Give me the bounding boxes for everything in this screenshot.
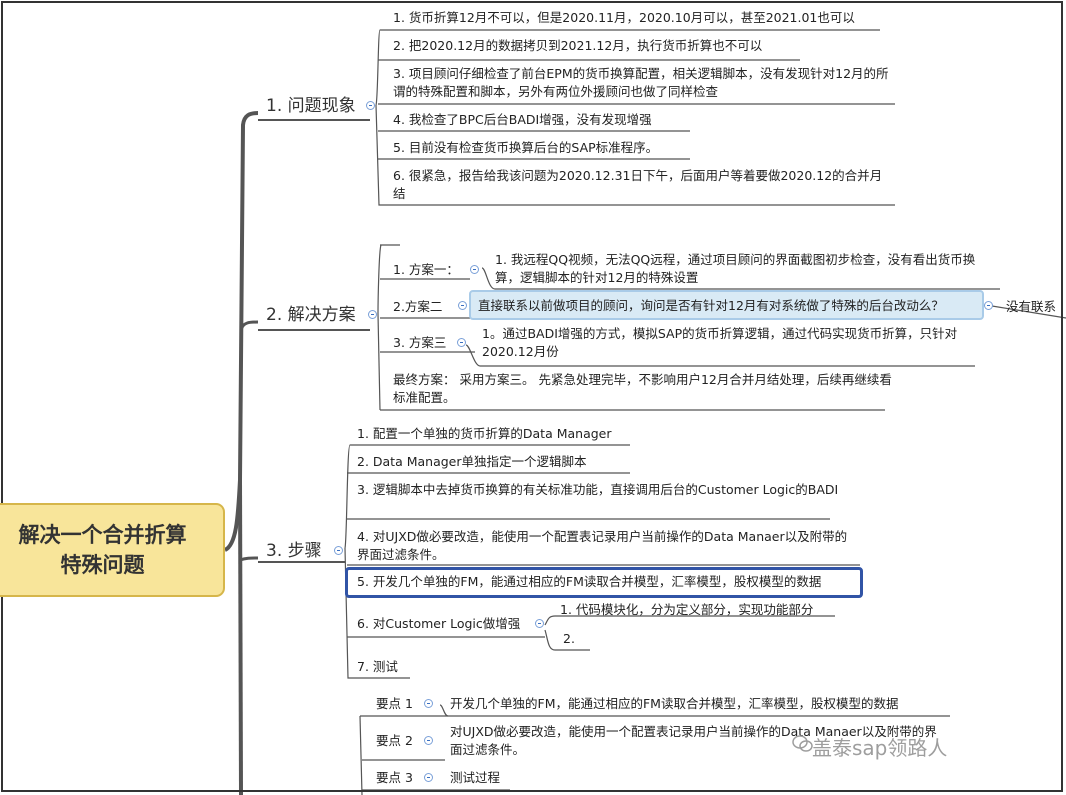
collapse-toggle-icon[interactable] <box>984 301 993 310</box>
collapse-toggle-icon[interactable] <box>424 773 433 782</box>
step-6-sub-1[interactable]: 1. 代码模块化，分为定义部分，实现功能部分 <box>560 601 813 619</box>
plan-2-label[interactable]: 2.方案二 <box>393 298 442 316</box>
collapse-toggle-icon[interactable] <box>535 619 544 628</box>
plan-1-detail[interactable]: 1. 我远程QQ视频，无法QQ远程，通过项目顾问的界面截图初步检查，没有看出货币… <box>495 251 1000 287</box>
problem-item-3[interactable]: 3. 项目顾问仔细检查了前台EPM的货币换算配置，相关逻辑脚本，没有发现针对12… <box>393 65 893 101</box>
collapse-toggle-icon[interactable] <box>424 736 433 745</box>
root-topic[interactable]: 解决一个合并折算 特殊问题 <box>0 503 225 597</box>
step-item-3[interactable]: 3. 逻辑脚本中去掉货币换算的有关标准功能，直接调用后台的Customer Lo… <box>357 481 842 499</box>
plan-3-detail[interactable]: 1。通过BADI增强的方式，模拟SAP的货币折算逻辑，通过代码实现货币折算，只针… <box>482 325 977 361</box>
branch-steps[interactable]: 3. 步骤 <box>266 540 322 562</box>
step-6-sub-2[interactable]: 2. <box>563 630 575 648</box>
collapse-toggle-icon[interactable] <box>334 546 343 555</box>
collapse-toggle-icon[interactable] <box>368 310 377 319</box>
collapse-toggle-icon[interactable] <box>366 101 375 110</box>
step-item-1[interactable]: 1. 配置一个单独的货币折算的Data Manager <box>357 425 612 443</box>
branch-solution[interactable]: 2. 解决方案 <box>266 304 356 326</box>
root-title-line2: 特殊问题 <box>60 553 145 577</box>
branch-problem[interactable]: 1. 问题现象 <box>266 95 356 117</box>
step-item-5[interactable]: 5. 开发几个单独的FM，能通过相应的FM读取合并模型，汇率模型，股权模型的数据 <box>357 573 821 591</box>
problem-item-2[interactable]: 2. 把2020.12月的数据拷贝到2021.12月，执行货币折算也不可以 <box>393 37 762 55</box>
root-title-line1: 解决一个合并折算 <box>18 523 187 547</box>
step-item-4[interactable]: 4. 对UJXD做必要改造，能使用一个配置表记录用户当前操作的Data Mana… <box>357 528 857 564</box>
plan-2-detail[interactable]: 直接联系以前做项目的顾问，询问是否有针对12月有对系统做了特殊的后台改动么？ <box>478 297 944 315</box>
problem-item-6[interactable]: 6. 很紧急，报告给我该问题为2020.12.31日下午，后面用户等着要做202… <box>393 167 893 203</box>
collapse-toggle-icon[interactable] <box>424 699 433 708</box>
point-3-label[interactable]: 要点 3 <box>376 769 413 787</box>
point-2-label[interactable]: 要点 2 <box>376 732 413 750</box>
collapse-toggle-icon[interactable] <box>457 338 466 347</box>
problem-item-4[interactable]: 4. 我检查了BPC后台BADI增强，没有发现增强 <box>393 111 652 129</box>
plan-1-label[interactable]: 1. 方案一： <box>393 261 459 279</box>
point-1-label[interactable]: 要点 1 <box>376 695 413 713</box>
plan-2-result[interactable]: 没有联系 <box>1006 298 1056 316</box>
point-3-text[interactable]: 测试过程 <box>450 769 500 787</box>
collapse-toggle-icon[interactable] <box>458 301 467 310</box>
problem-item-5[interactable]: 5. 目前没有检查货币换算后台的SAP标准程序。 <box>393 139 658 157</box>
step-item-6[interactable]: 6. 对Customer Logic做增强 <box>357 615 520 633</box>
plan-3-label[interactable]: 3. 方案三 <box>393 334 446 352</box>
watermark-text: 盖泰sap领路人 <box>812 736 948 760</box>
step-item-2[interactable]: 2. Data Manager单独指定一个逻辑脚本 <box>357 453 587 471</box>
problem-item-1[interactable]: 1. 货币折算12月不可以，但是2020.11月，2020.10月可以，甚至20… <box>393 9 855 27</box>
step-item-7[interactable]: 7. 测试 <box>357 658 398 676</box>
wechat-icon <box>792 735 813 752</box>
point-1-text[interactable]: 开发几个单独的FM，能通过相应的FM读取合并模型，汇率模型，股权模型的数据 <box>450 695 898 713</box>
collapse-toggle-icon[interactable] <box>470 265 479 274</box>
mindmap-canvas: 解决一个合并折算 特殊问题 1. 问题现象 1. 货币折算12月不可以，但是20… <box>0 0 1066 795</box>
final-plan[interactable]: 最终方案： 采用方案三。 先紧急处理完毕，不影响用户12月合并月结处理，后续再继… <box>393 371 893 407</box>
